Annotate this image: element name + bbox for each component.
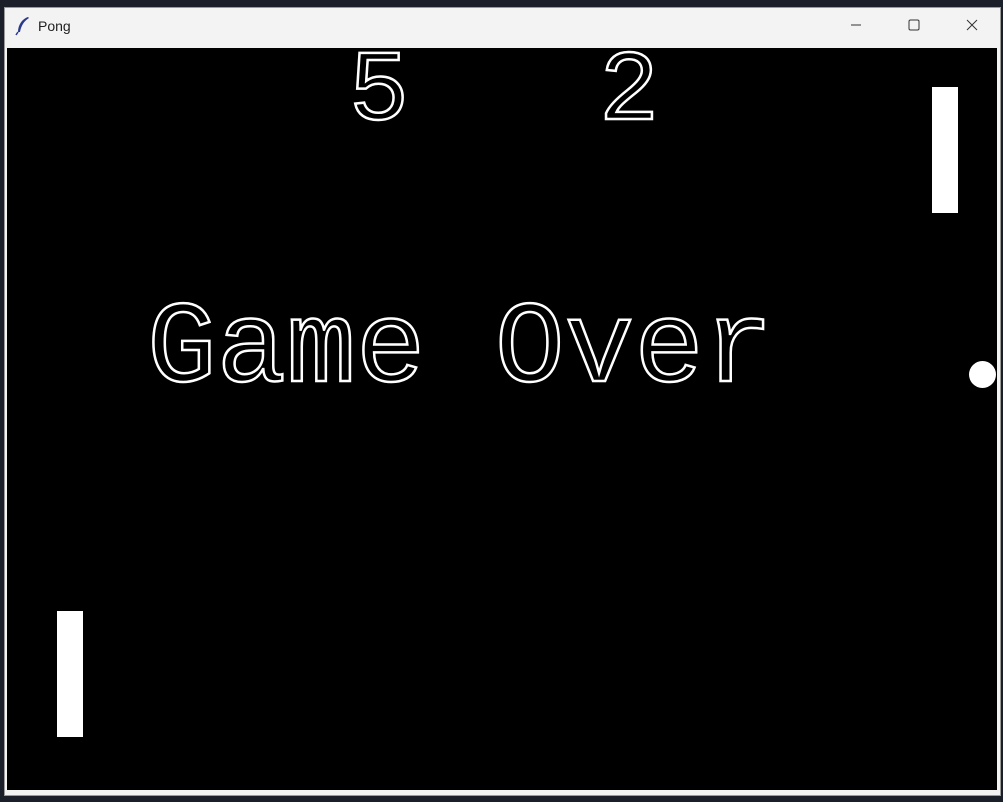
- title-bar[interactable]: Pong: [5, 8, 1000, 46]
- left-paddle: [57, 611, 83, 737]
- close-icon: [966, 18, 978, 36]
- score-right: 2: [598, 48, 661, 150]
- game-canvas[interactable]: 5 2 Game Over: [7, 48, 997, 790]
- pong-window: Pong 5 2 Game Over: [4, 7, 1001, 796]
- window-title: Pong: [38, 18, 71, 34]
- maximize-button[interactable]: [885, 8, 943, 46]
- feather-icon: [15, 16, 31, 36]
- minimize-button[interactable]: [827, 8, 885, 46]
- close-button[interactable]: [943, 8, 1001, 46]
- maximize-icon: [908, 18, 920, 36]
- game-over-text: Game Over: [146, 284, 775, 416]
- score-left: 5: [348, 48, 411, 150]
- right-paddle: [932, 87, 958, 213]
- minimize-icon: [850, 18, 862, 36]
- ball: [969, 361, 996, 388]
